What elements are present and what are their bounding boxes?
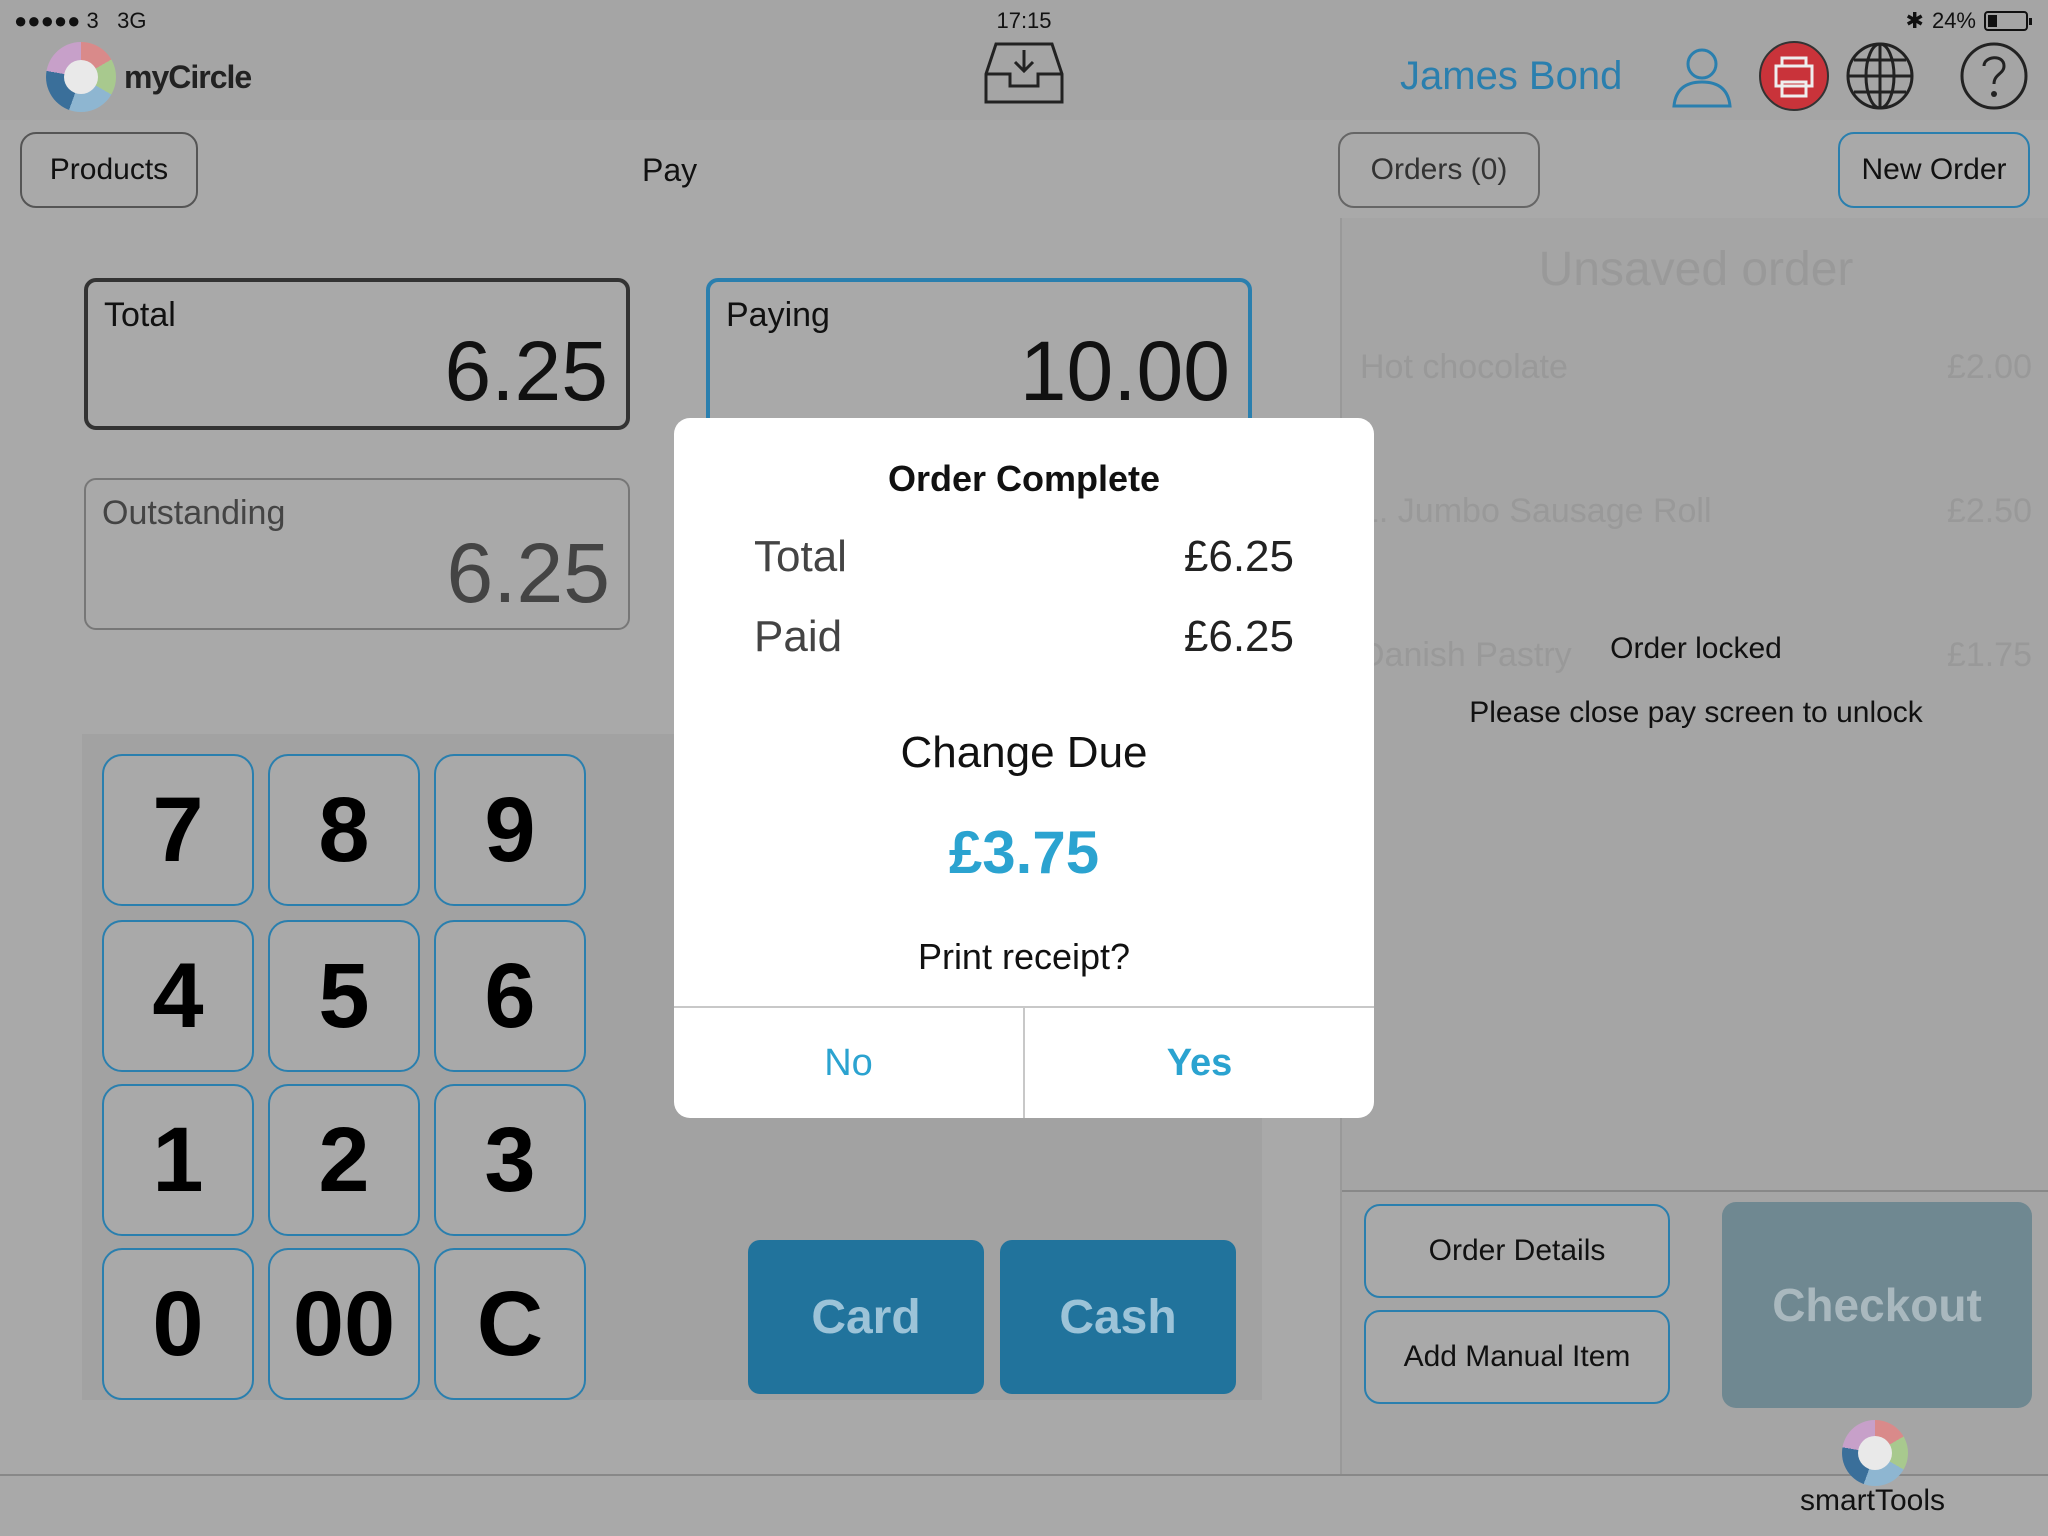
cash-drawer-icon[interactable]	[982, 40, 1066, 108]
no-button[interactable]: No	[674, 1008, 1025, 1118]
order-details-button[interactable]: Order Details	[1364, 1204, 1670, 1298]
app-name: myCircle	[124, 58, 252, 95]
yes-button[interactable]: Yes	[1025, 1008, 1374, 1118]
key-6[interactable]: 6	[434, 920, 586, 1072]
logo-ring-icon	[46, 42, 116, 112]
dialog-paid-label: Paid	[754, 612, 843, 661]
key-00[interactable]: 00	[268, 1248, 420, 1400]
order-item: Hot chocolate £2.00	[1360, 348, 2032, 387]
key-7[interactable]: 7	[102, 754, 254, 906]
user-name[interactable]: James Bond	[1400, 54, 1622, 99]
smarttools-label[interactable]: smartTools	[1800, 1484, 1945, 1518]
bluetooth-icon: ✱	[1905, 8, 1924, 33]
total-field: Total 6.25	[84, 278, 630, 430]
app-logo: myCircle	[46, 42, 252, 112]
dialog-paid-row: Paid £6.25	[754, 612, 1294, 662]
bottom-divider	[0, 1474, 2048, 1476]
key-5[interactable]: 5	[268, 920, 420, 1072]
checkout-button[interactable]: Checkout	[1722, 1202, 2032, 1408]
order-panel: Unsaved order Hot chocolate £2.00 1. Jum…	[1340, 218, 2048, 1474]
status-bar: ●●●●● 3 3G 17:15 ✱ 24%	[0, 0, 2048, 40]
globe-icon[interactable]	[1844, 40, 1916, 112]
key-1[interactable]: 1	[102, 1084, 254, 1236]
user-icon[interactable]	[1666, 40, 1738, 112]
dialog-actions: No Yes	[674, 1006, 1374, 1118]
dialog-paid-value: £6.25	[1183, 612, 1294, 661]
key-9[interactable]: 9	[434, 754, 586, 906]
products-button[interactable]: Products	[20, 132, 198, 208]
total-value: 6.25	[444, 324, 609, 418]
order-complete-dialog: Order Complete Total £6.25 Paid £6.25 Ch…	[674, 418, 1374, 1118]
paying-label: Paying	[726, 296, 830, 334]
key-4[interactable]: 4	[102, 920, 254, 1072]
smarttools-icon[interactable]	[1842, 1420, 1908, 1486]
total-label: Total	[104, 296, 176, 334]
dialog-title: Order Complete	[887, 458, 1161, 499]
battery-percent: 24%	[1931, 8, 1976, 33]
outstanding-label: Outstanding	[102, 494, 286, 532]
paying-field[interactable]: Paying 10.00	[706, 278, 1252, 430]
print-receipt-question: Print receipt?	[917, 936, 1131, 977]
orders-button[interactable]: Orders (0)	[1338, 132, 1540, 208]
new-order-button[interactable]: New Order	[1838, 132, 2030, 208]
order-item-price: £2.00	[1946, 348, 2032, 386]
key-2[interactable]: 2	[268, 1084, 420, 1236]
page-title: Pay	[642, 152, 698, 188]
outstanding-field: Outstanding 6.25	[84, 478, 630, 630]
key-3[interactable]: 3	[434, 1084, 586, 1236]
dialog-total-label: Total	[754, 532, 847, 581]
printer-icon[interactable]	[1758, 40, 1830, 112]
card-button[interactable]: Card	[748, 1240, 984, 1394]
order-locked-message: Please close pay screen to unlock	[1469, 696, 1923, 729]
order-item-name: 1. Jumbo Sausage Roll	[1360, 492, 1712, 530]
dialog-total-value: £6.25	[1183, 532, 1294, 581]
dialog-total-row: Total £6.25	[754, 532, 1294, 582]
paying-value: 10.00	[1019, 324, 1230, 418]
order-title: Unsaved order	[1538, 243, 1854, 296]
order-item-name: Hot chocolate	[1360, 348, 1568, 386]
change-due-value: £3.75	[948, 819, 1100, 886]
help-icon[interactable]	[1958, 40, 2030, 112]
status-time: 17:15	[996, 8, 1052, 33]
order-item: 1. Jumbo Sausage Roll £2.50	[1360, 492, 2032, 531]
battery-icon	[1984, 11, 2032, 31]
key-8[interactable]: 8	[268, 754, 420, 906]
key-0[interactable]: 0	[102, 1248, 254, 1400]
add-manual-item-button[interactable]: Add Manual Item	[1364, 1310, 1670, 1404]
order-item-price: £2.50	[1946, 492, 2032, 530]
change-due-label: Change Due	[900, 728, 1148, 777]
key-clear[interactable]: C	[434, 1248, 586, 1400]
order-locked-title: Order locked	[1610, 632, 1782, 665]
cash-button[interactable]: Cash	[1000, 1240, 1236, 1394]
panel-divider	[1342, 1190, 2048, 1192]
outstanding-value: 6.25	[446, 526, 611, 620]
